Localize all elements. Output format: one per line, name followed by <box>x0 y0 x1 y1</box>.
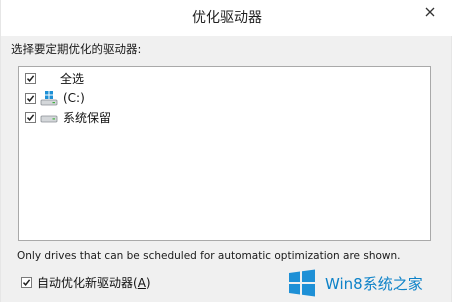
windows-logo-icon <box>289 269 315 297</box>
list-item-label: 全选 <box>60 71 85 86</box>
checkmark-icon <box>22 278 31 286</box>
close-icon <box>425 7 435 17</box>
schedule-note: Only drives that can be scheduled for au… <box>17 250 401 262</box>
checkmark-icon <box>26 94 35 102</box>
optimize-drives-dialog: 优化驱动器 选择要定期优化的驱动器: 全选 (C:) 系统保留 Only dri… <box>0 0 452 302</box>
close-button[interactable] <box>415 0 445 24</box>
auto-optimize-label-prefix: 自动优化新驱动器( <box>37 275 138 290</box>
select-all-checkbox[interactable] <box>25 72 36 84</box>
title-bar: 优化驱动器 <box>1 0 452 36</box>
drive-c-checkbox[interactable] <box>25 92 36 104</box>
system-reserved-checkbox[interactable] <box>25 111 36 123</box>
auto-optimize-option[interactable]: 自动优化新驱动器(A) <box>21 274 151 290</box>
list-item-system-reserved[interactable]: 系统保留 <box>25 108 111 126</box>
auto-optimize-checkbox[interactable] <box>21 276 32 288</box>
auto-optimize-label: 自动优化新驱动器(A) <box>37 274 151 291</box>
select-drives-prompt: 选择要定期优化的驱动器: <box>11 42 142 56</box>
auto-optimize-mnemonic: A <box>137 275 146 290</box>
list-item-drive-c[interactable]: (C:) <box>25 89 85 107</box>
drive-list[interactable]: 全选 (C:) 系统保留 <box>18 66 431 241</box>
watermark: Win8系统之家 <box>287 264 452 302</box>
checkmark-icon <box>26 74 35 82</box>
list-item-label: 系统保留 <box>63 110 112 125</box>
list-item-select-all[interactable]: 全选 <box>25 69 84 87</box>
windows-drive-icon <box>40 90 58 106</box>
list-item-label: (C:) <box>63 91 85 105</box>
watermark-text: Win8系统之家 <box>325 274 423 293</box>
auto-optimize-label-suffix: ) <box>145 275 151 290</box>
drive-icon <box>40 110 58 125</box>
checkmark-icon <box>26 113 35 121</box>
window-title: 优化驱动器 <box>192 10 262 26</box>
